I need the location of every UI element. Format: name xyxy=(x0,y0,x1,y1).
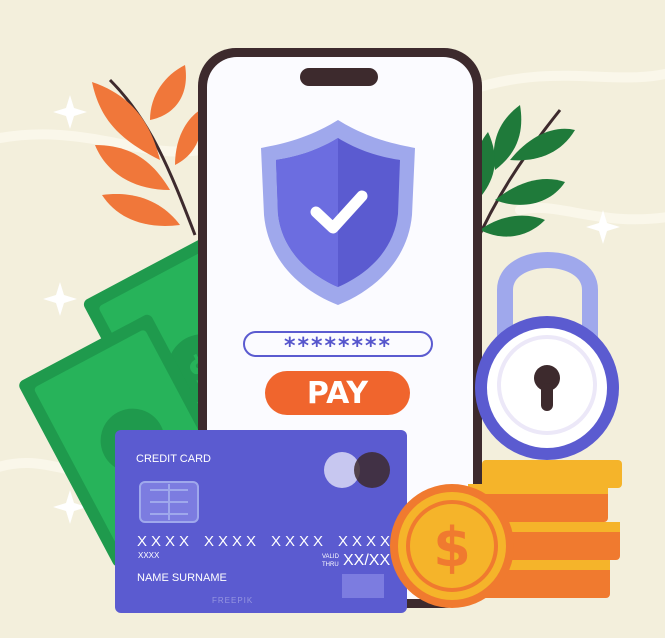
card-valid-label: VALID xyxy=(322,554,339,560)
card-valid-value: XX/XX xyxy=(343,552,391,569)
watermark: FREEPIK xyxy=(212,596,254,605)
card-number-group: XXXX xyxy=(204,533,261,550)
card-holder-name: NAME SURNAME xyxy=(137,572,227,584)
phone-notch xyxy=(300,68,378,86)
card-brand-circle xyxy=(354,452,390,488)
leaf-icon xyxy=(92,65,202,236)
dollar-coin-icon: $ xyxy=(390,484,514,608)
leaf-icon xyxy=(473,105,575,246)
card-logo-block xyxy=(342,574,384,598)
password-mask: ******** xyxy=(283,334,393,359)
pay-button[interactable]: PAY xyxy=(265,371,410,415)
sparkle-icon xyxy=(43,282,77,316)
card-number-sub: XXXX xyxy=(138,551,160,560)
illustration-stage: $ ******** PAY CREDIT CARD XXXX XXXX XXX… xyxy=(0,0,665,638)
card-number-group: XXXX xyxy=(338,533,395,550)
sparkle-icon xyxy=(53,95,87,129)
card-number-group: XXXX xyxy=(271,533,328,550)
padlock-icon xyxy=(475,252,619,460)
card-number-group: XXXX xyxy=(137,533,194,550)
password-field[interactable]: ******** xyxy=(243,331,433,359)
card-valid-label: THRU xyxy=(322,562,339,568)
card-title: CREDIT CARD xyxy=(136,453,211,465)
svg-text:$: $ xyxy=(433,516,471,579)
illustration-art: $ xyxy=(0,48,665,613)
